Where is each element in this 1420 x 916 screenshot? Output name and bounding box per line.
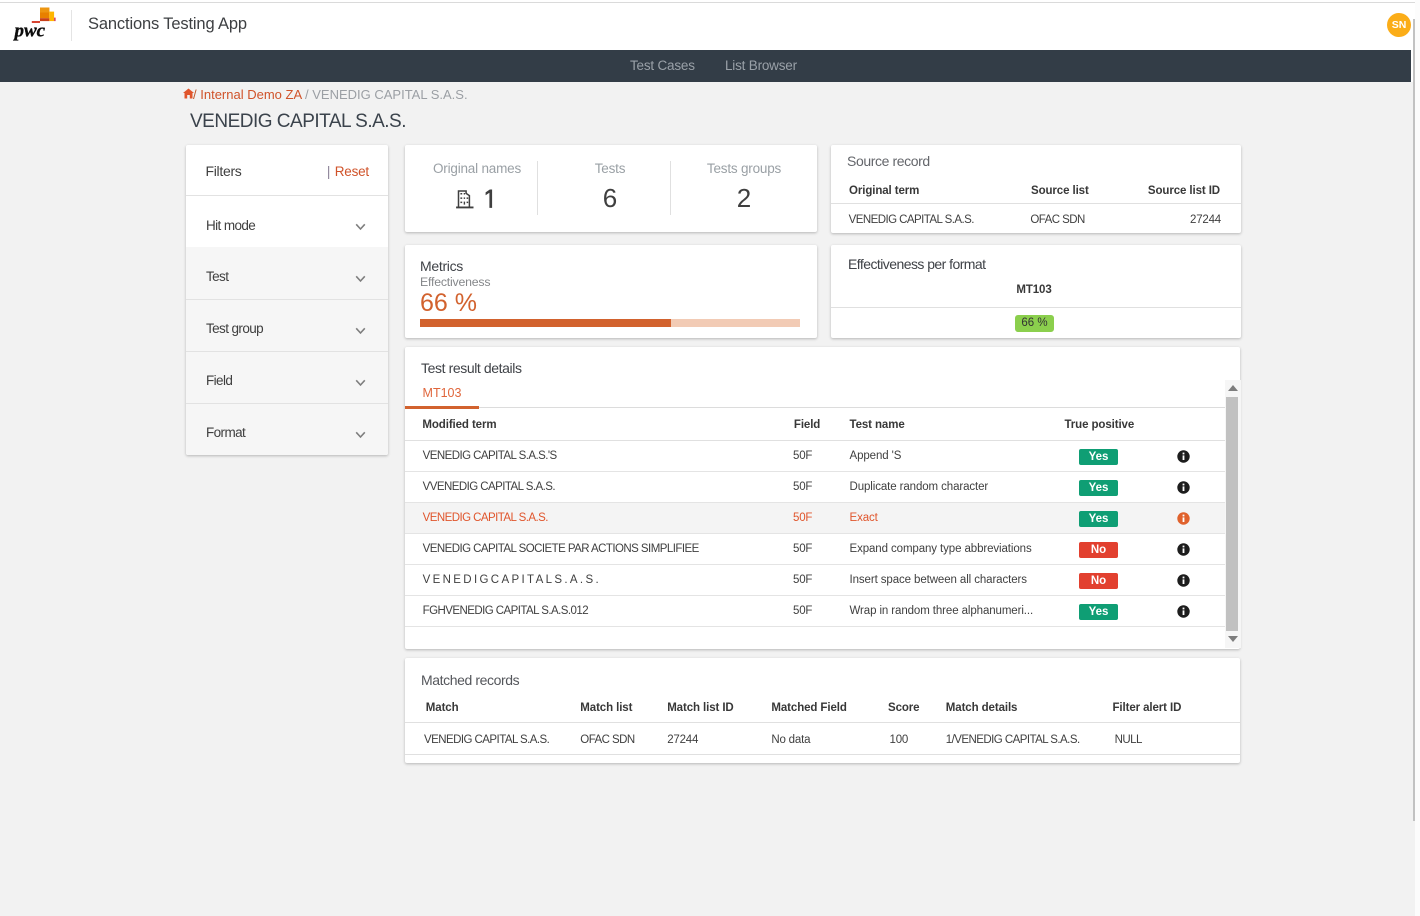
svg-text:pwc: pwc [13, 21, 46, 42]
